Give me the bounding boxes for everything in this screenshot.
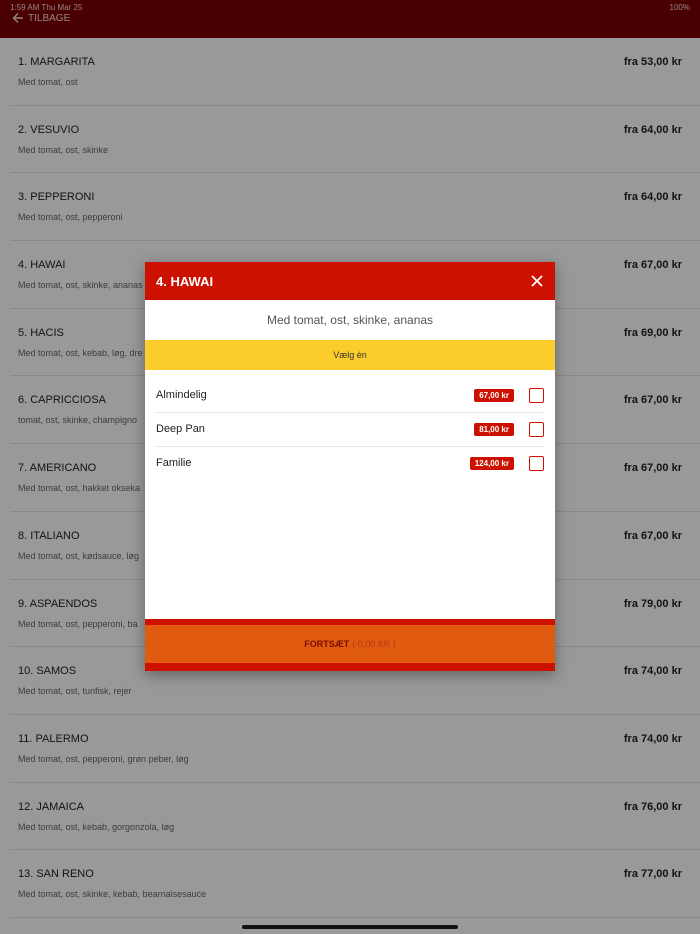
- option-label: Familie: [156, 457, 192, 469]
- option-checkbox[interactable]: [529, 456, 544, 471]
- size-options: Almindelig 67,00 kr Deep Pan 81,00 kr Fa…: [145, 379, 555, 481]
- choose-one-bar: Vælg én: [145, 340, 555, 370]
- continue-label: FORTSÆT: [304, 639, 350, 649]
- close-icon[interactable]: [527, 271, 547, 291]
- option-familie[interactable]: Familie 124,00 kr: [155, 447, 545, 481]
- dialog-header: 4. HAWAI: [145, 262, 555, 300]
- continue-button[interactable]: FORTSÆT ( 0,00 KR ): [145, 625, 555, 663]
- continue-total: ( 0,00 KR ): [352, 639, 396, 649]
- dialog-footer: FORTSÆT ( 0,00 KR ): [145, 619, 555, 671]
- option-label: Almindelig: [156, 389, 207, 401]
- option-deep-pan[interactable]: Deep Pan 81,00 kr: [155, 413, 545, 447]
- option-checkbox[interactable]: [529, 388, 544, 403]
- option-price-badge: 67,00 kr: [474, 389, 514, 402]
- product-options-dialog: 4. HAWAI Med tomat, ost, skinke, ananas …: [145, 262, 555, 671]
- option-price-badge: 124,00 kr: [469, 457, 514, 470]
- option-checkbox[interactable]: [529, 422, 544, 437]
- option-label: Deep Pan: [156, 423, 205, 435]
- dialog-title: 4. HAWAI: [156, 274, 214, 289]
- dialog-description: Med tomat, ost, skinke, ananas: [266, 313, 434, 327]
- option-price-badge: 81,00 kr: [474, 423, 514, 436]
- home-indicator: [242, 925, 458, 929]
- option-almindelig[interactable]: Almindelig 67,00 kr: [155, 379, 545, 413]
